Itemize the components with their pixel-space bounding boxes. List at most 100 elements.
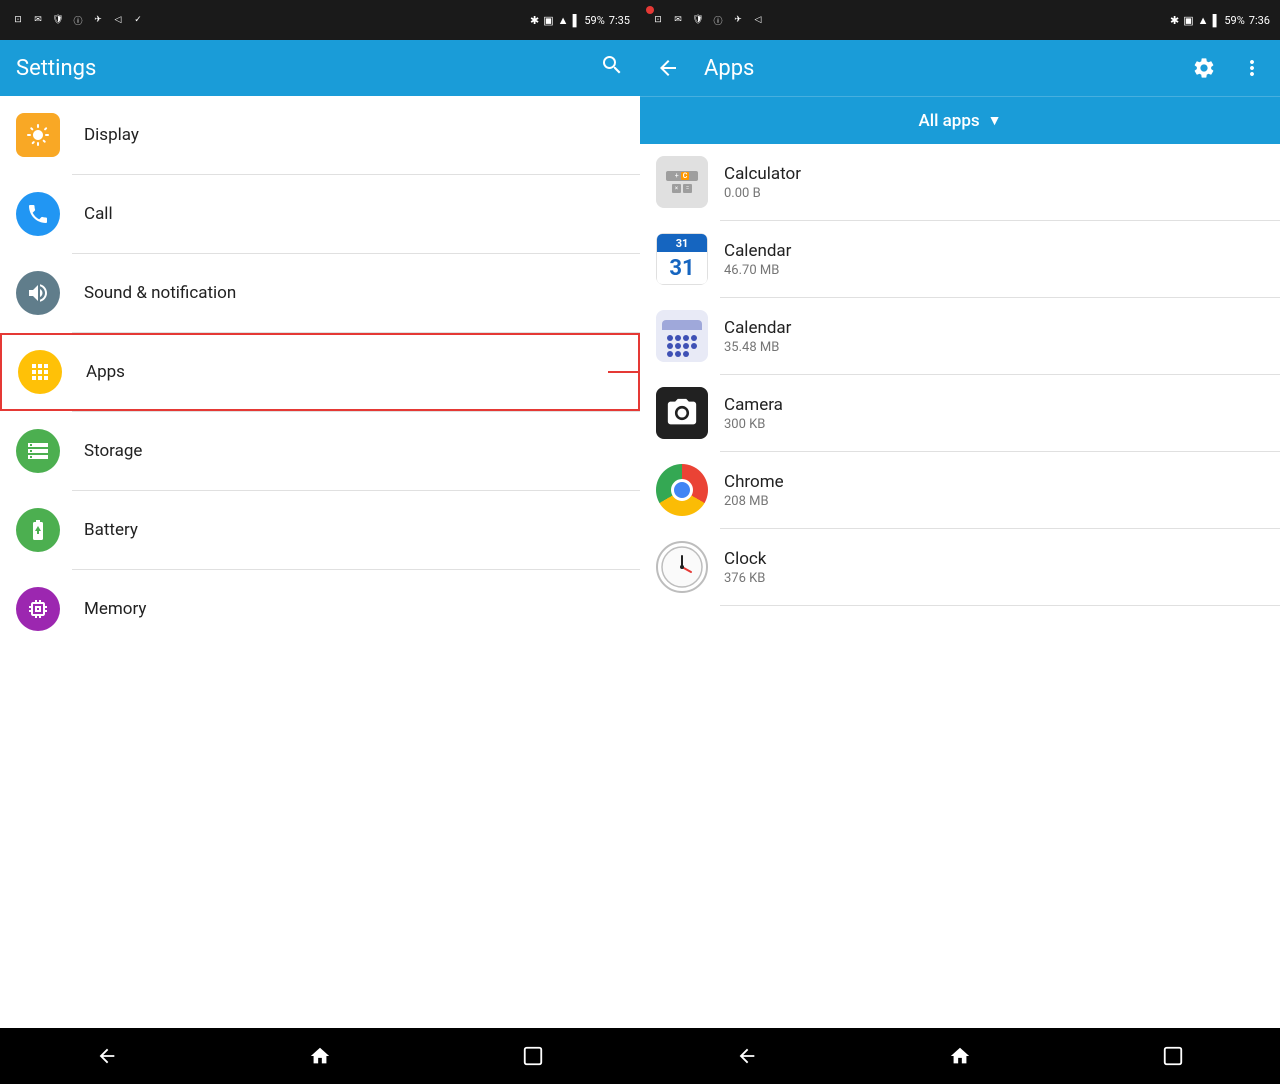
nav-icon: ◁ xyxy=(110,12,126,28)
nav-icon-r: ◁ xyxy=(750,12,766,28)
call-icon xyxy=(16,192,60,236)
apps-app-bar: Apps xyxy=(640,40,1280,96)
calculator-icon: + C × = xyxy=(656,156,708,208)
settings-panel: ⊡ ✉ 🛡 ⓘ ✈ ◁ ✓ ✱ ▣ ▲ ▌ 59% 7:35 Settings xyxy=(0,0,640,1084)
chrome-icon xyxy=(656,464,708,516)
home-button-right[interactable] xyxy=(940,1036,980,1076)
clock-size: 376 KB xyxy=(724,571,766,586)
settings-item-call[interactable]: Call xyxy=(0,175,640,253)
camera-info: Camera 300 KB xyxy=(724,395,783,432)
camera-icon-wrapper xyxy=(656,387,708,439)
apps-label: Apps xyxy=(86,362,125,382)
nav-bar-right xyxy=(640,1028,1280,1084)
wifi-icon-r: ▲ xyxy=(1198,14,1209,27)
signal-bars-r: ▌ xyxy=(1213,14,1221,27)
divider-clock xyxy=(720,605,1280,606)
apps-back-button[interactable] xyxy=(648,48,688,88)
calendar2-icon xyxy=(656,310,708,362)
arrow-connector xyxy=(608,366,640,378)
settings-item-apps[interactable]: Apps xyxy=(0,333,640,411)
display-label: Display xyxy=(84,125,139,145)
display-icon xyxy=(16,113,60,157)
app-item-clock[interactable]: Clock 376 KB xyxy=(640,529,1280,605)
status-icons-left: ⊡ ✉ 🛡 ⓘ ✈ ◁ ✓ xyxy=(10,12,146,28)
back-button-right[interactable] xyxy=(727,1036,767,1076)
shield-icon-r: 🛡 xyxy=(690,12,706,28)
calendar2-info: Calendar 35.48 MB xyxy=(724,318,791,355)
settings-item-sound[interactable]: Sound & notification xyxy=(0,254,640,332)
bluetooth-icon-r: ✱ xyxy=(1170,14,1179,27)
app-item-camera[interactable]: Camera 300 KB xyxy=(640,375,1280,451)
battery-label: Battery xyxy=(84,520,138,540)
settings-list: Display Call Sound & notification xyxy=(0,96,640,1028)
shield-icon: 🛡 xyxy=(50,12,66,28)
battery-percent: 59% xyxy=(584,14,604,27)
memory-label: Memory xyxy=(84,599,146,619)
calendar-google-info: Calendar 46.70 MB xyxy=(724,241,791,278)
filter-dropdown-icon: ▼ xyxy=(988,112,1002,129)
clock-icon-wrapper xyxy=(656,541,708,593)
recent-button-right[interactable] xyxy=(1153,1036,1193,1076)
calculator-info: Calculator 0.00 B xyxy=(724,164,801,201)
filter-bar[interactable]: All apps ▼ xyxy=(640,96,1280,144)
memory-icon xyxy=(16,587,60,631)
time-display-r: 7:36 xyxy=(1249,14,1270,27)
calendar2-name: Calendar xyxy=(724,318,791,338)
check-icon: ✓ xyxy=(130,12,146,28)
storage-icon xyxy=(16,429,60,473)
vibrate-icon-r: ▣ xyxy=(1183,14,1193,27)
time-display: 7:35 xyxy=(609,14,630,27)
settings-app-bar: Settings xyxy=(0,40,640,96)
home-button[interactable] xyxy=(300,1036,340,1076)
calendar2-icon-wrapper xyxy=(656,310,708,362)
mail-icon: ✉ xyxy=(30,12,46,28)
sound-icon xyxy=(16,271,60,315)
sound-label: Sound & notification xyxy=(84,283,236,303)
clock-name: Clock xyxy=(724,549,766,569)
filter-label: All apps xyxy=(918,111,979,131)
alert-icon-r: ⓘ xyxy=(710,12,726,28)
chrome-inner-circle xyxy=(671,479,693,501)
settings-item-display[interactable]: Display xyxy=(0,96,640,174)
chrome-info: Chrome 208 MB xyxy=(724,472,784,509)
settings-item-storage[interactable]: Storage xyxy=(0,412,640,490)
calendar-google-size: 46.70 MB xyxy=(724,263,791,278)
bluetooth-icon: ✱ xyxy=(530,14,539,27)
app-item-calendar2[interactable]: Calendar 35.48 MB xyxy=(640,298,1280,374)
battery-icon xyxy=(16,508,60,552)
call-label: Call xyxy=(84,204,113,224)
gcal-body: 31 xyxy=(657,252,707,284)
recent-button[interactable] xyxy=(513,1036,553,1076)
alert-icon: ⓘ xyxy=(70,12,86,28)
signal-icon: ✈ xyxy=(90,12,106,28)
signal-icon-r: ✈ xyxy=(730,12,746,28)
status-icons-right-left: ⊡ ✉ 🛡 ⓘ ✈ ◁ xyxy=(650,12,766,28)
vibrate-icon: ▣ xyxy=(543,14,553,27)
settings-item-memory[interactable]: Memory xyxy=(0,570,640,648)
nav-bar-left xyxy=(0,1028,640,1084)
apps-panel: ⊡ ✉ 🛡 ⓘ ✈ ◁ ✱ ▣ ▲ ▌ 59% 7:36 Apps xyxy=(640,0,1280,1084)
back-button[interactable] xyxy=(87,1036,127,1076)
search-button[interactable] xyxy=(600,53,624,83)
calculator-size: 0.00 B xyxy=(724,186,801,201)
calendar-google-name: Calendar xyxy=(724,241,791,261)
apps-settings-button[interactable] xyxy=(1184,48,1224,88)
calendar2-size: 35.48 MB xyxy=(724,340,791,355)
mail-icon-r: ✉ xyxy=(670,12,686,28)
app-item-calculator[interactable]: + C × = Calculator 0.00 B xyxy=(640,144,1280,220)
settings-title: Settings xyxy=(16,56,96,81)
chrome-icon-wrapper xyxy=(656,464,708,516)
status-bar-left: ⊡ ✉ 🛡 ⓘ ✈ ◁ ✓ ✱ ▣ ▲ ▌ 59% 7:35 xyxy=(0,0,640,40)
apps-more-button[interactable] xyxy=(1232,48,1272,88)
arrow-line xyxy=(608,371,640,373)
apps-title: Apps xyxy=(704,56,1176,81)
status-right-r: ✱ ▣ ▲ ▌ 59% 7:36 xyxy=(1170,14,1270,27)
apps-icon xyxy=(18,350,62,394)
app-item-calendar-google[interactable]: 31 31 Calendar 46.70 MB xyxy=(640,221,1280,297)
camera-icon xyxy=(656,387,708,439)
chrome-size: 208 MB xyxy=(724,494,784,509)
camera-name: Camera xyxy=(724,395,783,415)
settings-item-battery[interactable]: Battery xyxy=(0,491,640,569)
status-right: ✱ ▣ ▲ ▌ 59% 7:35 xyxy=(530,14,630,27)
app-item-chrome[interactable]: Chrome 208 MB xyxy=(640,452,1280,528)
